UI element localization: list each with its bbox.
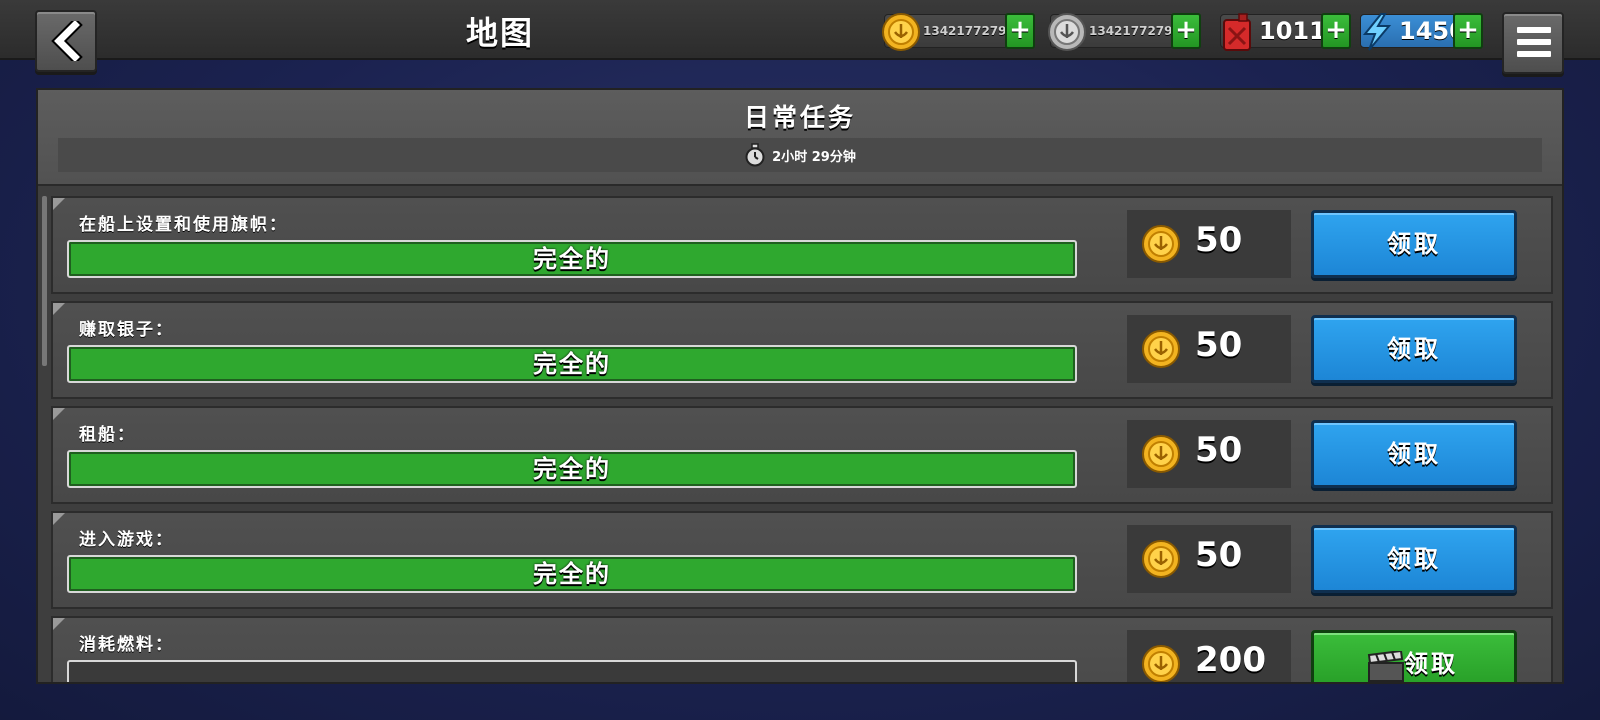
reward-amount: 50: [1195, 430, 1243, 470]
reward-amount: 50: [1195, 535, 1243, 575]
claim-button[interactable]: 领取: [1311, 420, 1517, 488]
task-status: 完全的: [533, 245, 611, 273]
claim-label: 领取: [1404, 650, 1458, 678]
claim-button[interactable]: 领取: [1311, 315, 1517, 383]
claim-button[interactable]: 领取: [1311, 525, 1517, 593]
daily-tasks-panel: 日常任务 2小时 29分钟 在船上设置和使用旗帜： 完全的 50 领取 赚取银子…: [36, 88, 1564, 684]
task-label: 租船：: [79, 425, 136, 445]
gold-coin-icon: [1142, 435, 1180, 473]
task-list: 在船上设置和使用旗帜： 完全的 50 领取 赚取银子： 完全的 50 领取 租船…: [48, 196, 1554, 682]
timer-strip: 2小时 29分钟: [58, 138, 1542, 172]
reward-box: 50: [1127, 525, 1291, 593]
task-progress-bar: 完全的: [67, 345, 1077, 383]
menu-button[interactable]: [1502, 12, 1564, 74]
task-progress-bar: 完全的: [67, 555, 1077, 593]
claim-label: 领取: [1387, 545, 1441, 573]
claim-button[interactable]: 领取: [1311, 210, 1517, 278]
gold-coin-icon: [1142, 540, 1180, 578]
stopwatch-icon: [745, 143, 765, 167]
gold-coin-icon: [882, 13, 920, 51]
gold-amount: 1342177279: [923, 24, 1007, 38]
claim-label: 领取: [1387, 440, 1441, 468]
task-label: 赚取银子：: [79, 320, 174, 340]
gold-currency: 1342177279 +: [882, 13, 1035, 51]
add-energy-button[interactable]: +: [1453, 13, 1483, 49]
reward-amount: 50: [1195, 220, 1243, 260]
task-label: 消耗燃料：: [79, 635, 174, 655]
task-row: 在船上设置和使用旗帜： 完全的 50 领取: [51, 196, 1553, 294]
chevron-left-icon: [51, 21, 83, 61]
scrollbar[interactable]: [42, 196, 47, 366]
silver-coin-icon: [1048, 13, 1086, 51]
gold-coin-icon: [1142, 330, 1180, 368]
task-progress-bar: [67, 660, 1077, 682]
panel-header: 日常任务 2小时 29分钟: [38, 90, 1562, 186]
gold-coin-icon: [1142, 225, 1180, 263]
back-button[interactable]: [35, 10, 97, 72]
task-status: 完全的: [533, 350, 611, 378]
reward-amount: 200: [1195, 640, 1266, 680]
add-fuel-button[interactable]: +: [1321, 13, 1351, 49]
reset-timer: 2小时 29分钟: [772, 149, 856, 165]
reward-box: 50: [1127, 315, 1291, 383]
silver-currency: 1342177279 +: [1048, 13, 1201, 51]
gold-coin-icon: [1142, 645, 1180, 682]
reward-box: 200: [1127, 630, 1291, 682]
reward-amount: 50: [1195, 325, 1243, 365]
task-status: 完全的: [533, 560, 611, 588]
add-gold-button[interactable]: +: [1005, 13, 1035, 49]
silver-amount: 1342177279: [1089, 24, 1173, 38]
watch-ad-claim-button[interactable]: 领取: [1311, 630, 1517, 682]
fuel-can-icon: [1223, 13, 1251, 51]
task-label: 进入游戏：: [79, 530, 174, 550]
panel-title: 日常任务: [743, 103, 856, 132]
task-progress-bar: 完全的: [67, 240, 1077, 278]
claim-label: 领取: [1387, 335, 1441, 363]
fuel-amount: 1011: [1259, 17, 1326, 45]
task-status: [69, 662, 1075, 682]
task-row: 租船： 完全的 50 领取: [51, 406, 1553, 504]
energy-currency: 1450 +: [1360, 13, 1483, 51]
reward-box: 50: [1127, 420, 1291, 488]
lightning-icon: [1362, 13, 1392, 51]
fuel-currency: 1011 +: [1220, 13, 1351, 51]
task-label: 在船上设置和使用旗帜：: [79, 215, 288, 235]
task-row: 消耗燃料： 200 领取: [51, 616, 1553, 682]
reward-box: 50: [1127, 210, 1291, 278]
task-status: 完全的: [533, 455, 611, 483]
task-row: 进入游戏： 完全的 50 领取: [51, 511, 1553, 609]
claim-label: 领取: [1387, 230, 1441, 258]
menu-icon: [1517, 27, 1551, 33]
task-row: 赚取银子： 完全的 50 领取: [51, 301, 1553, 399]
task-progress-bar: 完全的: [67, 450, 1077, 488]
page-title: 地图: [465, 14, 534, 52]
add-silver-button[interactable]: +: [1171, 13, 1201, 49]
